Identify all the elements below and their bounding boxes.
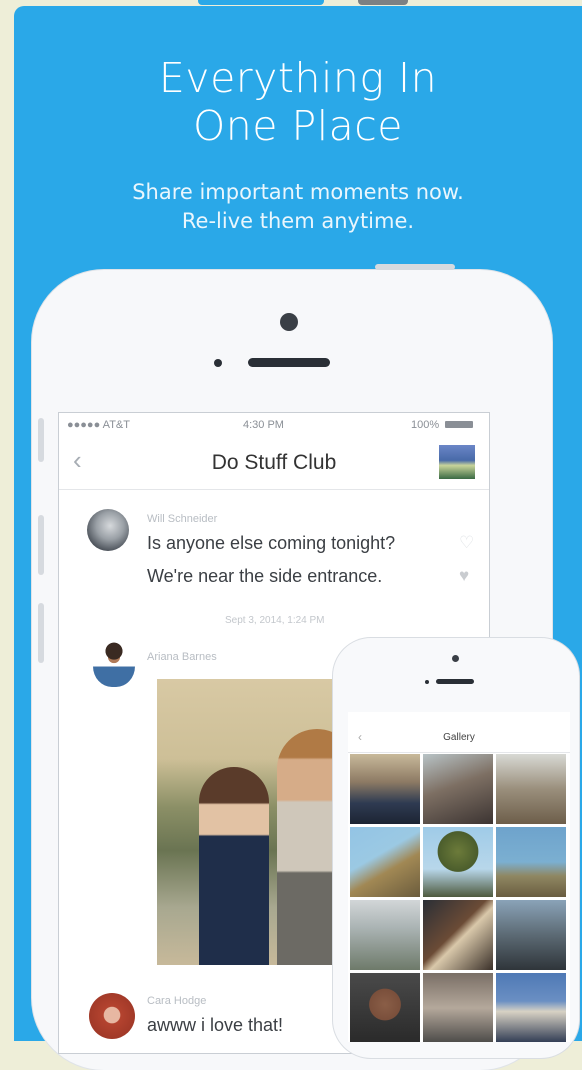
gallery-photo[interactable] <box>423 754 493 824</box>
message-timestamp: Sept 3, 2014, 1:24 PM <box>225 615 325 626</box>
proximity-sensor-icon <box>214 359 222 367</box>
tab-indicator-inactive <box>358 0 408 5</box>
sender-name-will: Will Schneider <box>147 513 218 525</box>
gallery-photo[interactable] <box>496 827 566 897</box>
photo-person-woman <box>199 767 269 965</box>
gallery-photo[interactable] <box>350 827 420 897</box>
message-text-2: We're near the side entrance. <box>147 566 383 586</box>
earpiece-speaker-icon <box>248 358 330 367</box>
carrier-label: ●●●●● AT&T <box>67 419 130 431</box>
gallery-photo[interactable] <box>350 973 420 1042</box>
gallery-photo[interactable] <box>350 754 420 824</box>
status-bar-small <box>348 712 570 722</box>
shared-photo-couple[interactable] <box>157 679 357 965</box>
gallery-screen: ‹ Gallery <box>348 712 570 1042</box>
proximity-sensor-icon-small <box>425 680 429 684</box>
heart-outline-icon[interactable]: ♡ <box>459 533 474 553</box>
promo-headline: Everything In One Place <box>14 54 582 150</box>
promo-subheadline: Share important moments now. Re-live the… <box>14 178 582 236</box>
time-label: 4:30 PM <box>243 419 284 431</box>
battery-icon <box>445 421 473 428</box>
mute-switch <box>38 418 44 462</box>
front-camera-icon-small <box>452 655 459 662</box>
group-avatar[interactable] <box>439 445 475 479</box>
headline-line-1: Everything In <box>158 54 438 102</box>
gallery-navbar: ‹ Gallery <box>348 722 570 753</box>
avatar-will[interactable] <box>87 509 129 551</box>
gallery-photo[interactable] <box>423 973 493 1042</box>
message-text-1: Is anyone else coming tonight? <box>147 533 396 553</box>
gallery-photo[interactable] <box>350 900 420 970</box>
sub-line-2: Re-live them anytime. <box>181 209 415 233</box>
heart-filled-icon[interactable]: ♥ <box>459 566 469 586</box>
photo-grid <box>350 754 568 1042</box>
sender-name-ariana: Ariana Barnes <box>147 651 217 663</box>
volume-up-button <box>38 515 44 575</box>
avatar-ariana[interactable] <box>93 641 135 687</box>
tab-indicator-active <box>198 0 324 5</box>
front-camera-icon <box>280 313 298 331</box>
status-bar: ●●●●● AT&T 4:30 PM 100% <box>59 413 489 435</box>
headline-line-2: One Place <box>192 102 404 150</box>
volume-down-button <box>38 603 44 663</box>
gallery-photo[interactable] <box>496 754 566 824</box>
gallery-photo[interactable] <box>496 900 566 970</box>
gallery-title: Gallery <box>443 732 475 743</box>
battery-label: 100% <box>411 419 440 431</box>
avatar-cara[interactable] <box>89 993 135 1039</box>
chat-navbar: ‹ Do Stuff Club <box>59 435 489 490</box>
gallery-photo[interactable] <box>423 827 493 897</box>
gallery-photo[interactable] <box>496 973 566 1042</box>
message-text-3: awww i love that! <box>147 1015 284 1035</box>
chat-title: Do Stuff Club <box>211 451 337 474</box>
sender-name-cara: Cara Hodge <box>147 995 207 1007</box>
sub-line-1: Share important moments now. <box>132 180 464 204</box>
power-button <box>375 264 455 270</box>
gallery-photo[interactable] <box>423 900 493 970</box>
earpiece-speaker-icon-small <box>436 679 474 684</box>
